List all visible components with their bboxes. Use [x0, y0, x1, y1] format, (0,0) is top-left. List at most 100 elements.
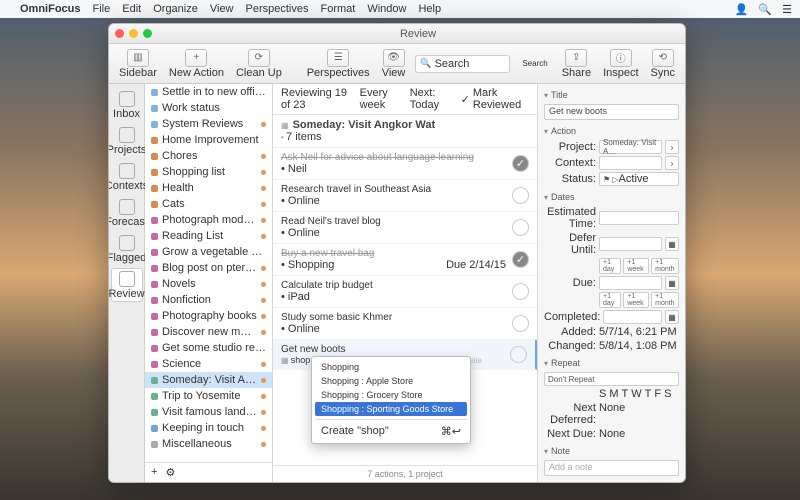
task-row[interactable]: Research travel in Southeast Asia• Onlin…	[273, 180, 537, 212]
menu-perspectives[interactable]: Perspectives	[246, 3, 309, 15]
review-interval[interactable]: Every week	[360, 87, 404, 111]
dropdown-item[interactable]: Shopping : Apple Store	[315, 374, 467, 388]
section-note[interactable]: Note	[544, 444, 679, 458]
menu-edit[interactable]: Edit	[122, 3, 141, 15]
menu-format[interactable]: Format	[321, 3, 356, 15]
perspectives-button[interactable]: ☰Perspectives	[303, 47, 374, 81]
gear-icon[interactable]: ⚙	[165, 466, 175, 479]
task-list: Ask Neil for advice about language learn…	[273, 148, 537, 465]
dropdown-item[interactable]: Shopping : Sporting Goods Store	[315, 402, 467, 416]
checkbox[interactable]	[512, 283, 529, 300]
sidebar-item[interactable]: Health	[145, 180, 272, 196]
task-row[interactable]: Ask Neil for advice about language learn…	[273, 148, 537, 180]
section-dates[interactable]: Dates	[544, 190, 679, 204]
search-input[interactable]: 🔍 Search	[415, 55, 510, 73]
sidebar-item[interactable]: Science	[145, 356, 272, 372]
task-row[interactable]: Buy a new travel bag• ShoppingDue 2/14/1…	[273, 244, 537, 276]
search-icon[interactable]: 🔍	[758, 3, 772, 16]
app-menu[interactable]: OmniFocus	[20, 3, 81, 15]
checkbox[interactable]	[512, 315, 529, 332]
sidebar-item[interactable]: Settle in to new office	[145, 84, 272, 100]
calendar-icon[interactable]: ▦	[665, 276, 679, 290]
view-button[interactable]: 👁View	[378, 47, 410, 81]
sidebar-item[interactable]: Grow a vegetable garden	[145, 244, 272, 260]
repeat-field[interactable]: Don't Repeat	[544, 372, 679, 386]
title-field[interactable]: Get new boots	[544, 104, 679, 120]
section-action[interactable]: Action	[544, 124, 679, 138]
sidebar-item[interactable]: Photograph model ships	[145, 212, 272, 228]
add-icon[interactable]: +	[151, 466, 157, 479]
clean-up-button[interactable]: ⟳Clean Up	[232, 47, 286, 81]
mark-reviewed-button[interactable]: ✓ Mark Reviewed	[461, 87, 529, 111]
menu-help[interactable]: Help	[418, 3, 441, 15]
calendar-icon[interactable]: ▦	[665, 310, 679, 324]
section-repeat[interactable]: Repeat	[544, 356, 679, 370]
status-field[interactable]: ⚑ ▷ Active	[599, 172, 679, 186]
sidebar-item[interactable]: Discover new music	[145, 324, 272, 340]
completed-field[interactable]	[603, 310, 662, 324]
dropdown-item[interactable]: Shopping	[315, 360, 467, 374]
inspect-button[interactable]: ⓘInspect	[599, 47, 642, 81]
due-quick[interactable]: +1 day+1 week+1 month	[599, 292, 679, 308]
sidebar-item[interactable]: Get some studio rehearsal time	[145, 340, 272, 356]
sidebar-item[interactable]: Work status	[145, 100, 272, 116]
nav-projects[interactable]: Projects	[111, 124, 143, 158]
context-goto-icon[interactable]: ›	[665, 156, 679, 170]
project-goto-icon[interactable]: ›	[665, 140, 679, 154]
task-row[interactable]: Study some basic Khmer• Online	[273, 308, 537, 340]
sidebar-item[interactable]: Visit famous landmarks	[145, 404, 272, 420]
review-next: Next: Today	[410, 87, 455, 111]
project-field[interactable]: Someday: Visit A…	[599, 140, 662, 154]
nav-contexts[interactable]: Contexts	[111, 160, 143, 194]
checkbox[interactable]: ✓	[512, 251, 529, 268]
menu-view[interactable]: View	[210, 3, 234, 15]
note-field[interactable]: Add a note	[544, 460, 679, 476]
checkbox[interactable]	[512, 187, 529, 204]
list-icon[interactable]: ☰	[782, 3, 792, 16]
menu-organize[interactable]: Organize	[153, 3, 198, 15]
sidebar-item[interactable]: Keeping in touch	[145, 420, 272, 436]
dropdown-item[interactable]: Shopping : Grocery Store	[315, 388, 467, 402]
sidebar-item[interactable]: Photography books	[145, 308, 272, 324]
sidebar-item[interactable]: Trip to Yosemite	[145, 388, 272, 404]
task-row[interactable]: Read Neil's travel blog• Online	[273, 212, 537, 244]
menu-window[interactable]: Window	[367, 3, 406, 15]
user-icon[interactable]: 👤	[735, 3, 749, 16]
checkbox[interactable]	[510, 346, 527, 363]
nav-inbox[interactable]: Inbox	[111, 88, 143, 122]
nav-flagged[interactable]: Flagged	[111, 232, 143, 266]
sidebar-item[interactable]: Cats	[145, 196, 272, 212]
context-field[interactable]	[599, 156, 662, 170]
due-field[interactable]	[599, 276, 662, 290]
sidebar-item[interactable]: Novels	[145, 276, 272, 292]
sidebar-item[interactable]: Nonfiction	[145, 292, 272, 308]
sidebar-item[interactable]: Reading List	[145, 228, 272, 244]
sync-button[interactable]: ⟲Sync	[647, 47, 679, 81]
zoom-button[interactable]	[143, 29, 152, 38]
close-button[interactable]	[115, 29, 124, 38]
checkbox[interactable]: ✓	[512, 155, 529, 172]
sidebar-item[interactable]: System Reviews	[145, 116, 272, 132]
estimated-field[interactable]	[599, 211, 679, 225]
menu-file[interactable]: File	[93, 3, 111, 15]
new-action-button[interactable]: +New Action	[165, 47, 228, 81]
minimize-button[interactable]	[129, 29, 138, 38]
defer-quick[interactable]: +1 day+1 week+1 month	[599, 258, 679, 274]
checkbox[interactable]	[512, 219, 529, 236]
sidebar-button[interactable]: ▥Sidebar	[115, 47, 161, 81]
sidebar-item[interactable]: Blog post on pterosaurs	[145, 260, 272, 276]
defer-field[interactable]	[599, 237, 662, 251]
sidebar-item[interactable]: Miscellaneous	[145, 436, 272, 452]
nav-forecast[interactable]: Forecast	[111, 196, 143, 230]
nav-review[interactable]: Review	[111, 268, 143, 302]
section-title[interactable]: Title	[544, 88, 679, 102]
sidebar-item[interactable]: Shopping list	[145, 164, 272, 180]
calendar-icon[interactable]: ▦	[665, 237, 679, 251]
sidebar-item[interactable]: Someday: Visit Angkor Wat	[145, 372, 272, 388]
share-button[interactable]: ⇪Share	[558, 47, 595, 81]
titlebar: Review	[109, 24, 685, 44]
sidebar-item[interactable]: Home Improvement	[145, 132, 272, 148]
sidebar-item[interactable]: Chores	[145, 148, 272, 164]
task-row[interactable]: Calculate trip budget• iPad	[273, 276, 537, 308]
dropdown-create[interactable]: Create "shop"⌘↩	[315, 423, 467, 440]
